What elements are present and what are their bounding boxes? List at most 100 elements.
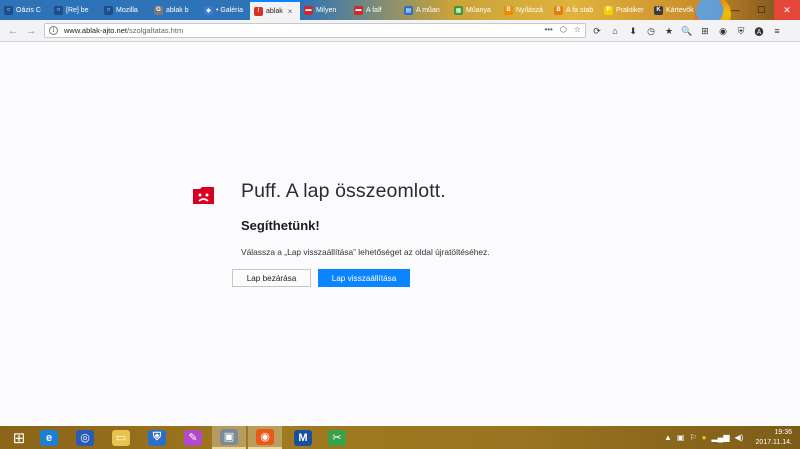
extension-icon[interactable]: ⊞ xyxy=(698,24,712,38)
shield-icon[interactable]: ⛨ xyxy=(734,24,748,38)
tab-label: Milyen xyxy=(316,6,337,14)
firefox-taskbar-button[interactable]: ◉ xyxy=(248,426,282,449)
tab-label: Oázis C xyxy=(16,6,41,14)
extension-red-icon[interactable]: ◉ xyxy=(716,24,730,38)
maximize-button[interactable]: ☐ xyxy=(748,0,774,20)
tab-favicon-icon: G xyxy=(154,5,163,15)
browser-tab[interactable]: ◆ • Galéria xyxy=(200,0,250,20)
taskbar: ⊞ e ◎ ▭ ⛨ ✎ ▣ ◉ M ✂ ▲ ▣ ⚐ ● ▂▄▆ ◀) 19:36 2017.11.… xyxy=(0,426,800,449)
page-actions-icon[interactable]: ••• xyxy=(544,25,552,34)
network-app-taskbar-button[interactable]: ▣ xyxy=(212,426,246,449)
forward-arrow-icon: → xyxy=(25,24,37,37)
tab-favicon-icon: ▬ xyxy=(304,5,313,15)
reload-icon[interactable]: ⟳ xyxy=(590,24,604,38)
tab-favicon-icon: B xyxy=(554,5,563,15)
system-tray: ▲ ▣ ⚐ ● ▂▄▆ ◀) xyxy=(664,426,743,449)
start-button-taskbar-button[interactable]: ⊞ xyxy=(2,426,36,449)
toolbar-right: ⟳ ⌂ ⬇ ◷ ★ 🔍 ⊞ ◉ ⛨ 🅐 ≡ xyxy=(590,22,784,40)
tab-label: ablak xyxy=(266,7,283,15)
browser-tab[interactable]: ○ Oázis C xyxy=(0,0,50,20)
tab-favicon-icon: ○ xyxy=(104,5,113,15)
clock-time: 19:36 xyxy=(774,429,792,436)
tab-favicon-icon: ○ xyxy=(4,5,13,15)
browser-tab[interactable]: ▦ Műanya xyxy=(450,0,500,20)
close-window-button[interactable]: ✕ xyxy=(774,0,800,20)
browser-tab[interactable]: Gablak b xyxy=(150,0,200,20)
paint-taskbar-button[interactable]: ✎ xyxy=(176,426,210,449)
security-icon: ⛨ xyxy=(148,429,166,446)
tray-app-icon[interactable]: ▣ xyxy=(677,433,685,442)
internet-explorer-icon: e xyxy=(40,429,58,446)
greenshot-icon: ✂ xyxy=(328,429,346,446)
bookmark-star-icon[interactable]: ☆ xyxy=(574,25,581,34)
show-hidden-icons-icon[interactable]: ▲ xyxy=(664,433,672,442)
browser-tab[interactable]: ○ [Re] be xyxy=(50,0,100,20)
search-icon[interactable]: 🔍 xyxy=(680,24,694,38)
url-path: /szolgaltatas.htm xyxy=(126,26,184,35)
tab-label: A falf xyxy=(366,6,382,14)
tab-label: Műanya xyxy=(466,6,491,14)
browser-tab[interactable]: P Praktiker xyxy=(600,0,650,20)
browser-tab[interactable]: K Kártevők xyxy=(650,0,700,20)
clock[interactable]: 19:36 2017.11.14. xyxy=(756,428,792,448)
back-arrow-icon: ← xyxy=(7,24,19,37)
url-host: www.ablak-ajto.net xyxy=(64,26,127,35)
file-explorer-icon: ▭ xyxy=(112,429,130,446)
sad-tab-icon xyxy=(193,187,214,204)
action-center-flag-icon[interactable]: ⚐ xyxy=(689,433,696,442)
malwarebytes-taskbar-button[interactable]: M xyxy=(286,426,320,449)
network-icon[interactable]: ▂▄▆ xyxy=(712,433,730,442)
browser-tab[interactable]: BA fa stab xyxy=(550,0,600,20)
tab-strip: ○ Oázis C ○ [Re] be ○ Mozilla Gablak b ◆ • Galér… xyxy=(0,0,800,20)
browser-tab[interactable]: ▬ A falf xyxy=(350,0,400,20)
sad-tab-shape xyxy=(193,187,214,204)
tray-status-icon[interactable]: ● xyxy=(702,433,707,442)
tab-favicon-icon: B xyxy=(504,5,513,15)
outlook-taskbar-button[interactable]: ◎ xyxy=(68,426,102,449)
tab-favicon-icon: ▬ xyxy=(354,5,363,15)
security-taskbar-button[interactable]: ⛨ xyxy=(140,426,174,449)
tab-label: ablak b xyxy=(166,6,189,14)
browser-tab[interactable]: ▬ Milyen xyxy=(300,0,350,20)
browser-tab[interactable]: B Nyílászá xyxy=(500,0,550,20)
url-bar-actions: ••• ⬡ ☆ xyxy=(544,25,581,34)
downloads-icon[interactable]: ⬇ xyxy=(626,24,640,38)
history-icon[interactable]: ◷ xyxy=(644,24,658,38)
restore-tab-button[interactable]: Lap visszaállítása xyxy=(318,269,410,287)
tab-favicon-icon: K xyxy=(654,5,663,15)
network-app-icon: ▣ xyxy=(220,428,238,445)
outlook-icon: ◎ xyxy=(76,429,94,446)
tab-label: [Re] be xyxy=(66,6,89,14)
clock-date: 2017.11.14. xyxy=(755,439,792,446)
minimize-button[interactable]: — xyxy=(722,0,748,20)
malwarebytes-icon: M xyxy=(294,429,312,446)
tab-favicon-icon: ! xyxy=(254,6,263,16)
adblock-icon[interactable]: 🅐 xyxy=(752,24,766,38)
tab-favicon-icon: ○ xyxy=(54,5,63,15)
site-info-icon[interactable]: i xyxy=(49,26,58,35)
tab-favicon-icon: ◆ xyxy=(204,5,213,15)
url-bar[interactable]: i www.ablak-ajto.net/szolgaltatas.htm ••… xyxy=(44,23,586,38)
url-text[interactable]: www.ablak-ajto.net/szolgaltatas.htm xyxy=(64,26,183,35)
tab-close-icon[interactable]: × xyxy=(288,7,293,16)
greenshot-taskbar-button[interactable]: ✂ xyxy=(320,426,354,449)
browser-tab[interactable]: ! ablak × xyxy=(250,0,300,20)
forward-button[interactable]: → xyxy=(22,22,40,40)
internet-explorer-taskbar-button[interactable]: e xyxy=(32,426,66,449)
back-button[interactable]: ← xyxy=(4,22,22,40)
close-tab-button[interactable]: Lap bezárása xyxy=(232,269,311,287)
tab-favicon-icon: ▤ xyxy=(404,5,413,15)
volume-icon[interactable]: ◀) xyxy=(734,433,743,442)
browser-tab[interactable]: ○ Mozilla xyxy=(100,0,150,20)
hamburger-menu-icon[interactable]: ≡ xyxy=(770,24,784,38)
pocket-icon[interactable]: ⬡ xyxy=(560,25,567,34)
crash-title: Puff. A lap összeomlott. xyxy=(241,180,446,202)
file-explorer-taskbar-button[interactable]: ▭ xyxy=(104,426,138,449)
bookmarks-icon[interactable]: ★ xyxy=(662,24,676,38)
tab-label: Mozilla xyxy=(116,6,138,14)
tab-favicon-icon: ▦ xyxy=(454,5,463,15)
browser-tab[interactable]: ▤ A műan xyxy=(400,0,450,20)
tab-label: Kártevők xyxy=(666,6,694,14)
tab-label: Praktiker xyxy=(616,6,644,14)
home-icon[interactable]: ⌂ xyxy=(608,24,622,38)
